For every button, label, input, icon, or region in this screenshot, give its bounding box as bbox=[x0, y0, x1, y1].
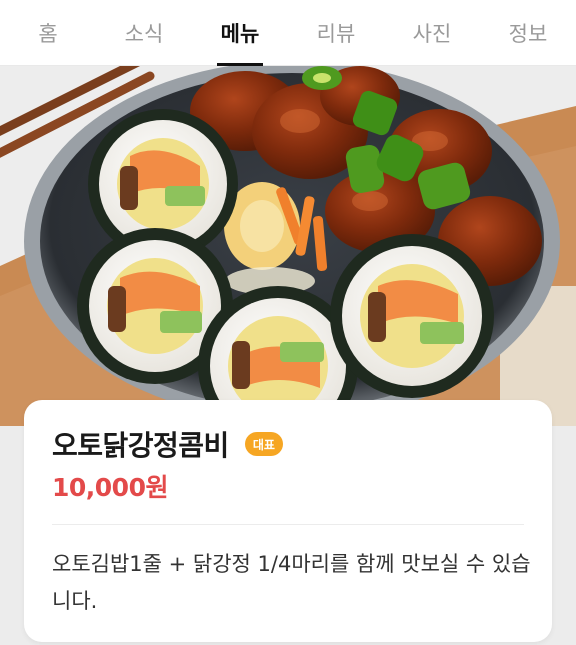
tab-photos[interactable]: 사진 bbox=[384, 0, 480, 66]
signature-badge: 대표 bbox=[244, 432, 283, 456]
food-photo-icon bbox=[0, 66, 576, 426]
menu-detail-page: 홈 소식 메뉴 리뷰 사진 정보 오토닭강정콤비 대표 10,000원 오토김밥… bbox=[0, 0, 576, 645]
menu-item-name: 오토닭강정콤비 bbox=[52, 429, 229, 462]
tab-news[interactable]: 소식 bbox=[96, 0, 192, 66]
tab-reviews[interactable]: 리뷰 bbox=[288, 0, 384, 66]
menu-item-description: 오토김밥1줄 + 닭강정 1/4마리를 함께 맛보실 수 있습니다. bbox=[52, 552, 531, 613]
tab-info[interactable]: 정보 bbox=[480, 0, 576, 66]
divider bbox=[52, 524, 524, 525]
menu-item-card[interactable]: 오토닭강정콤비 대표 10,000원 오토김밥1줄 + 닭강정 1/4마리를 함… bbox=[24, 400, 552, 642]
menu-photo bbox=[0, 66, 576, 426]
menu-title-row: 오토닭강정콤비 대표 bbox=[52, 424, 283, 464]
menu-item-price: 10,000원 bbox=[52, 473, 168, 502]
tab-home[interactable]: 홈 bbox=[0, 0, 96, 66]
tab-menu[interactable]: 메뉴 bbox=[192, 0, 288, 66]
tab-bar: 홈 소식 메뉴 리뷰 사진 정보 bbox=[0, 0, 576, 66]
